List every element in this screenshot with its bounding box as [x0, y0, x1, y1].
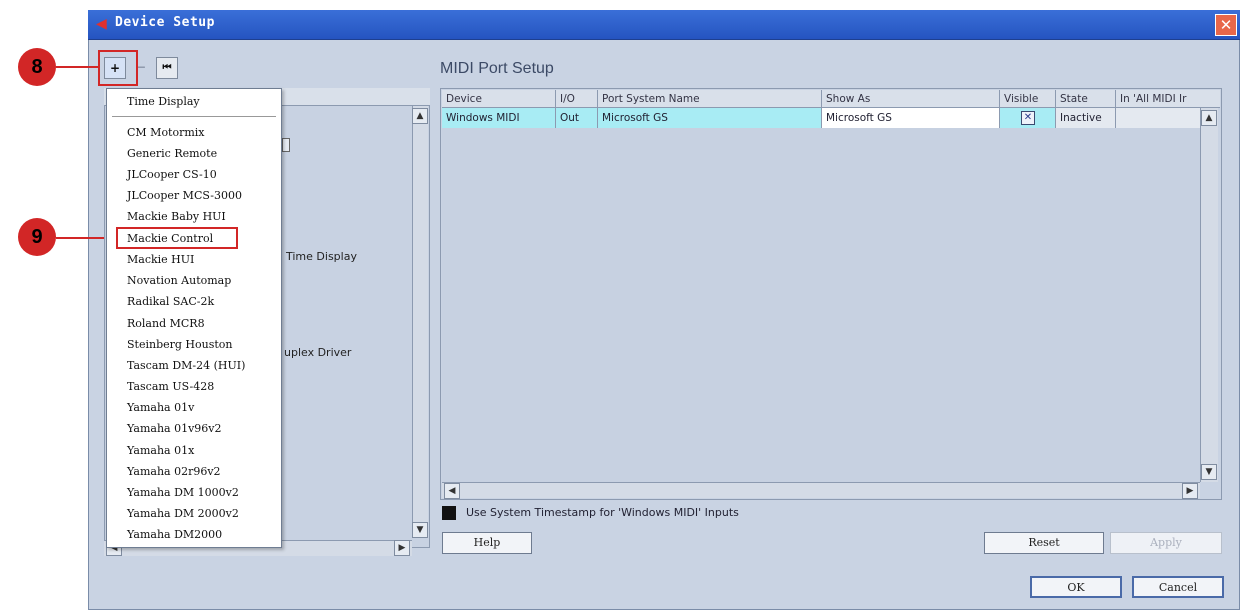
column-header-device[interactable]: Device [442, 90, 556, 108]
callout-9: 9 [18, 218, 56, 256]
scroll-up-icon[interactable]: ▲ [412, 108, 428, 124]
scroll-down-icon[interactable]: ▼ [412, 522, 428, 538]
menu-item-mackie-baby-hui[interactable]: Mackie Baby HUI [127, 210, 226, 223]
menu-item-jlcooper-cs10[interactable]: JLCooper CS-10 [127, 168, 217, 181]
menu-item-steinberg-houston[interactable]: Steinberg Houston [127, 338, 233, 351]
table-row-state-cell-bg [1116, 108, 1200, 128]
devices-vertical-scrollbar[interactable] [412, 106, 428, 530]
menu-item-yamaha-02r96v2[interactable]: Yamaha 02r96v2 [127, 465, 221, 478]
menu-item-novation-automap[interactable]: Novation Automap [127, 274, 231, 287]
ok-button[interactable]: OK [1030, 576, 1122, 598]
table-vertical-scrollbar[interactable] [1200, 108, 1218, 482]
menu-separator [112, 116, 276, 117]
table-scroll-left-icon[interactable]: ◀ [444, 483, 460, 499]
visible-checkbox[interactable]: ✕ [1021, 111, 1035, 125]
scroll-right-icon[interactable]: ▶ [394, 540, 410, 556]
menu-item-yamaha-01v96v2[interactable]: Yamaha 01v96v2 [127, 422, 222, 435]
menu-item-tascam-us428[interactable]: Tascam US-428 [127, 380, 214, 393]
panel-fragment-box [282, 138, 290, 152]
menu-item-radikal-sac2k[interactable]: Radikal SAC-2k [127, 295, 214, 308]
menu-item-yamaha-dm2000v2[interactable]: Yamaha DM 2000v2 [127, 507, 239, 520]
column-header-io[interactable]: I/O [556, 90, 598, 108]
callout-8: 8 [18, 48, 56, 86]
column-header-port-system-name[interactable]: Port System Name [598, 90, 822, 108]
callout-8-line [56, 66, 100, 68]
cell-device: Windows MIDI [442, 108, 556, 128]
menu-item-jlcooper-mcs3000[interactable]: JLCooper MCS-3000 [127, 189, 242, 202]
callout-8-box [98, 50, 138, 86]
use-system-timestamp-label: Use System Timestamp for 'Windows MIDI' … [466, 506, 739, 519]
table-scroll-down-icon[interactable]: ▼ [1201, 464, 1217, 480]
menu-item-cm-motormix[interactable]: CM Motormix [127, 126, 205, 139]
add-device-menu: Time Display CM Motormix Generic Remote … [106, 88, 282, 548]
help-button[interactable]: Help [442, 532, 532, 554]
window-title: Device Setup [115, 15, 215, 30]
midi-port-table-body [442, 128, 1200, 482]
table-scroll-up-icon[interactable]: ▲ [1201, 110, 1217, 126]
title-bar[interactable] [88, 10, 1240, 40]
column-header-visible[interactable]: Visible [1000, 90, 1056, 108]
column-header-show-as[interactable]: Show As [822, 90, 1000, 108]
table-horizontal-scrollbar[interactable] [442, 482, 1200, 498]
menu-item-yamaha-01x[interactable]: Yamaha 01x [127, 444, 194, 457]
close-button[interactable]: ✕ [1215, 14, 1237, 36]
panel-fragment-time-display: Time Display [286, 250, 357, 263]
cancel-button[interactable]: Cancel [1132, 576, 1224, 598]
cell-port-system-name: Microsoft GS [598, 108, 822, 128]
column-header-in-all-midi[interactable]: In 'All MIDI Ir [1116, 90, 1220, 108]
menu-item-yamaha-dm2000[interactable]: Yamaha DM2000 [127, 528, 222, 541]
callout-9-highlight-box [116, 227, 238, 249]
menu-item-generic-remote[interactable]: Generic Remote [127, 147, 217, 160]
column-header-state[interactable]: State [1056, 90, 1116, 108]
menu-item-time-display[interactable]: Time Display [127, 95, 200, 108]
menu-item-mackie-hui[interactable]: Mackie HUI [127, 253, 194, 266]
menu-item-yamaha-dm1000v2[interactable]: Yamaha DM 1000v2 [127, 486, 239, 499]
cell-state: Inactive [1056, 108, 1116, 128]
cell-show-as[interactable]: Microsoft GS [822, 108, 1000, 128]
cell-io: Out [556, 108, 598, 128]
midi-port-setup-title: MIDI Port Setup [440, 60, 554, 77]
apply-button[interactable]: Apply [1110, 532, 1222, 554]
app-icon: ◀ [96, 16, 107, 32]
reset-button[interactable]: Reset [984, 532, 1104, 554]
menu-item-yamaha-01v[interactable]: Yamaha 01v [127, 401, 194, 414]
panel-fragment-driver: uplex Driver [284, 346, 352, 359]
reset-device-icon[interactable]: ⏮ [156, 57, 178, 79]
use-system-timestamp-checkbox[interactable] [442, 506, 456, 520]
menu-item-tascam-dm24[interactable]: Tascam DM-24 (HUI) [127, 359, 245, 372]
menu-item-roland-mcr8[interactable]: Roland MCR8 [127, 317, 205, 330]
table-scroll-right-icon[interactable]: ▶ [1182, 483, 1198, 499]
